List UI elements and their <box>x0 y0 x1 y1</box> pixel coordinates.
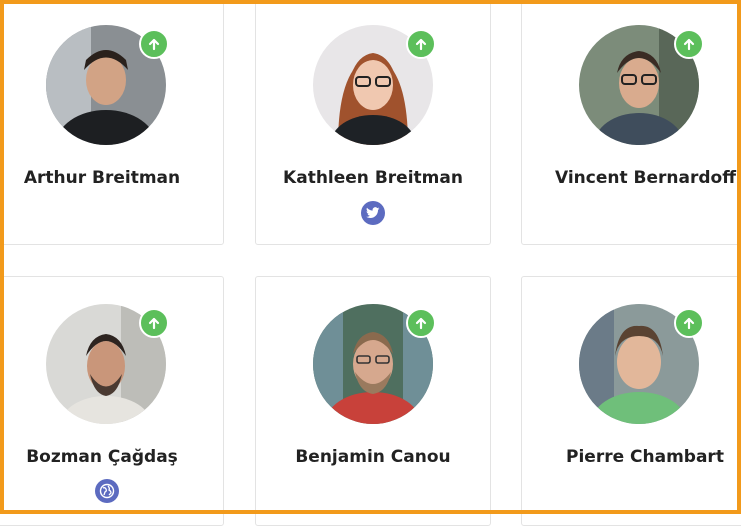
person-card[interactable]: Kathleen Breitman <box>255 0 491 245</box>
person-name[interactable]: Bozman Çağdaş <box>0 447 223 467</box>
person-name[interactable]: Benjamin Canou <box>256 447 490 467</box>
person-card[interactable]: Vincent Bernardoff <box>521 0 741 245</box>
arrow-up-icon <box>406 308 436 338</box>
person-name[interactable]: Vincent Bernardoff <box>555 168 736 188</box>
person-card[interactable]: Benjamin Canou <box>255 276 491 526</box>
person-name[interactable]: Pierre Chambart <box>566 447 724 467</box>
person-card[interactable]: Bozman Çağdaş <box>0 276 224 526</box>
arrow-up-icon <box>674 29 704 59</box>
arrow-up-icon <box>139 29 169 59</box>
person-card[interactable]: Arthur Breitman <box>0 0 224 245</box>
arrow-up-icon <box>674 308 704 338</box>
arrow-up-icon <box>139 308 169 338</box>
person-card[interactable]: Pierre Chambart <box>521 276 741 526</box>
globe-icon[interactable] <box>95 479 119 503</box>
twitter-icon[interactable] <box>361 201 385 225</box>
arrow-up-icon <box>406 29 436 59</box>
person-name[interactable]: Kathleen Breitman <box>256 168 490 188</box>
person-name[interactable]: Arthur Breitman <box>0 168 223 188</box>
